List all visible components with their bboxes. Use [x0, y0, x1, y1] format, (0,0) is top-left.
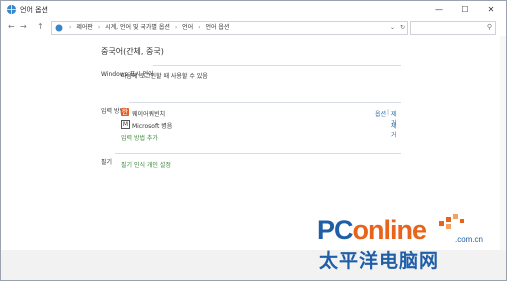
- up-button[interactable]: ↑: [37, 22, 44, 32]
- title-bar: 언어 옵션 — ☐ ✕: [1, 1, 506, 19]
- korean-ime-icon: 한: [121, 108, 129, 116]
- chevron-down-icon[interactable]: ⌄: [390, 24, 395, 31]
- section-divider: [153, 65, 401, 66]
- breadcrumb-item-language[interactable]: 언어: [182, 24, 193, 31]
- breadcrumb-item-control-panel[interactable]: 제어판: [76, 24, 93, 31]
- page-title: 중국어(간체, 중국): [101, 47, 164, 56]
- handwriting-personalize-link[interactable]: 필기 인식 개인 설정: [121, 160, 171, 169]
- input-method-name: Microsoft 병음: [132, 123, 173, 130]
- refresh-icon[interactable]: ↻: [400, 24, 405, 31]
- globe-app-icon: [6, 4, 17, 15]
- breadcrumb-separator: ›: [97, 24, 101, 31]
- input-method-name: 웨이어쿼빈치: [132, 111, 166, 118]
- control-panel-icon: [55, 24, 63, 32]
- watermark-brand: PConline: [317, 215, 427, 246]
- action-separator: |: [387, 109, 390, 116]
- remove-link[interactable]: 제거: [391, 121, 401, 139]
- maximize-button[interactable]: ☐: [454, 1, 476, 19]
- breadcrumb-item-language-options[interactable]: 언어 옵션: [205, 24, 229, 31]
- breadcrumb: › 제어판 › 시계, 언어 및 국가별 옵션 › 언어 › 언어 옵션: [66, 22, 229, 34]
- breadcrumb-separator: ›: [174, 24, 178, 31]
- back-button[interactable]: ←: [8, 22, 15, 32]
- address-controls: ⌄ ↻: [390, 22, 405, 34]
- display-language-status: 다음에 로그인할 때 사용할 수 있음: [121, 73, 208, 80]
- microsoft-ime-icon: M: [121, 120, 130, 129]
- section-divider: [129, 102, 401, 103]
- breadcrumb-item-clock-language[interactable]: 시계, 언어 및 국가별 옵션: [105, 24, 170, 31]
- address-bar[interactable]: › 제어판 › 시계, 언어 및 국가별 옵션 › 언어 › 언어 옵션 ⌄ ↻: [51, 21, 408, 35]
- watermark-dots-icon: [439, 214, 464, 229]
- watermark-domain: .com.cn: [455, 235, 484, 244]
- navigation-bar: ← → ↑ › 제어판 › 시계, 언어 및 국가별 옵션 › 언어 › 언어 …: [1, 19, 506, 36]
- watermark-chinese-name: 太平洋电脑网: [319, 250, 440, 272]
- window-title: 언어 옵션: [20, 6, 48, 14]
- add-input-method-link[interactable]: 입력 방법 추가: [121, 133, 158, 142]
- minimize-button[interactable]: —: [428, 1, 450, 19]
- breadcrumb-separator: ›: [69, 24, 72, 31]
- section-divider: [115, 153, 401, 154]
- pconline-watermark: PConline .com.cn 太平洋电脑网: [315, 214, 507, 281]
- watermark-brand-suffix: online: [352, 215, 427, 245]
- close-button[interactable]: ✕: [480, 1, 502, 19]
- search-input[interactable]: ⚲: [410, 21, 496, 35]
- watermark-brand-prefix: PC: [317, 215, 354, 245]
- breadcrumb-separator: ›: [198, 24, 201, 31]
- forward-button[interactable]: →: [20, 22, 27, 32]
- handwriting-label: 필기: [101, 159, 113, 166]
- options-link[interactable]: 옵션: [375, 109, 386, 118]
- search-icon[interactable]: ⚲: [487, 23, 492, 31]
